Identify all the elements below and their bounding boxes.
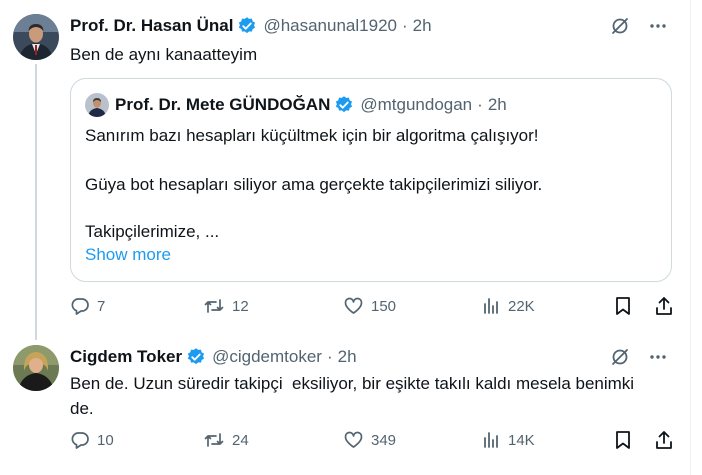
bookmark-icon[interactable] (614, 296, 632, 321)
timestamp[interactable]: 2h (338, 347, 357, 367)
separator-dot: · (401, 16, 408, 35)
like-button[interactable]: 349 (343, 430, 396, 450)
grok-icon[interactable] (610, 347, 630, 367)
share-icon[interactable] (654, 430, 674, 455)
quote-timestamp[interactable]: 2h (488, 95, 507, 115)
tweet-header: Cigdem Toker @cigdemtoker · 2h (70, 345, 357, 369)
repost-count: 24 (232, 431, 249, 449)
views-icon (481, 296, 508, 316)
views-button[interactable]: 22K (481, 296, 535, 316)
avatar[interactable] (13, 345, 59, 391)
tweet-actions-right (614, 430, 674, 455)
tweet-top-actions (610, 16, 668, 36)
views-button[interactable]: 14K (481, 430, 535, 450)
timeline-border (690, 0, 691, 475)
repost-icon (203, 430, 232, 450)
repost-button[interactable]: 12 (203, 296, 249, 316)
share-icon[interactable] (654, 296, 674, 321)
reply-icon (70, 430, 97, 450)
separator-dot: · (477, 95, 483, 114)
author-name[interactable]: Prof. Dr. Hasan Ünal (70, 16, 233, 36)
tweet-text: Ben de. Uzun süredir takipçi eksiliyor, … (70, 371, 680, 421)
tweet-top-actions (610, 347, 668, 367)
quote-text-line: Takipçilerimize, ... (85, 222, 220, 241)
reply-count: 7 (97, 297, 106, 315)
tweet-actions-right (614, 296, 674, 321)
quote-header: Prof. Dr. Mete GÜNDOĞAN @mtgundogan · 2h (85, 93, 507, 117)
quote-text-line: Güya bot hesapları siliyor ama gerçekte … (85, 175, 543, 194)
tweet-cigdem-toker[interactable]: Cigdem Toker @cigdemtoker · 2h Ben de. U… (0, 335, 690, 475)
tweet-header: Prof. Dr. Hasan Ünal @hasanunal1920 · 2h (70, 14, 432, 38)
verified-badge-icon (186, 347, 206, 367)
tweet-text-line: Ben de. Uzun süredir takipçi eksiliyor, … (70, 374, 635, 393)
quote-author-name[interactable]: Prof. Dr. Mete GÜNDOĞAN (115, 95, 330, 115)
author-handle[interactable]: @hasanunal1920 (263, 16, 397, 36)
show-more-link[interactable]: Show more (85, 245, 171, 265)
author-handle[interactable]: @cigdemtoker (212, 347, 322, 367)
more-icon[interactable] (648, 347, 668, 367)
repost-count: 12 (232, 297, 249, 315)
reply-button[interactable]: 7 (70, 296, 105, 316)
views-count: 14K (508, 431, 535, 449)
verified-badge-icon (334, 95, 354, 115)
quote-author-handle[interactable]: @mtgundogan (360, 95, 472, 115)
views-count: 22K (508, 297, 535, 315)
tweet-actions: 10 24 349 14K (70, 430, 674, 458)
like-icon (343, 296, 371, 316)
bookmark-icon[interactable] (614, 430, 632, 455)
reply-count: 10 (97, 431, 114, 449)
tweet-hasan-unal[interactable]: Prof. Dr. Hasan Ünal @hasanunal1920 · 2h… (0, 0, 690, 340)
tweet-text-line: de. (70, 399, 94, 418)
verified-badge-icon (237, 16, 257, 36)
separator-dot: · (326, 347, 333, 366)
quote-tweet[interactable]: Prof. Dr. Mete GÜNDOĞAN @mtgundogan · 2h… (70, 78, 672, 282)
like-count: 349 (371, 431, 397, 449)
avatar[interactable] (13, 14, 59, 60)
reply-icon (70, 296, 97, 316)
quote-avatar (85, 93, 109, 117)
reply-button[interactable]: 10 (70, 430, 114, 450)
quote-text-line: Sanırım bazı hesapları küçültmek için bi… (85, 126, 539, 145)
like-button[interactable]: 150 (343, 296, 396, 316)
tweet-actions: 7 12 150 22K (70, 294, 674, 322)
views-icon (481, 430, 508, 450)
repost-button[interactable]: 24 (203, 430, 249, 450)
more-icon[interactable] (648, 16, 668, 36)
timestamp[interactable]: 2h (413, 16, 432, 36)
grok-icon[interactable] (610, 16, 630, 36)
repost-icon (203, 296, 232, 316)
like-icon (343, 430, 371, 450)
thread-connector (35, 64, 37, 340)
like-count: 150 (371, 297, 397, 315)
author-name[interactable]: Cigdem Toker (70, 347, 182, 367)
tweet-text: Ben de aynı kanaatteyim (70, 45, 258, 64)
